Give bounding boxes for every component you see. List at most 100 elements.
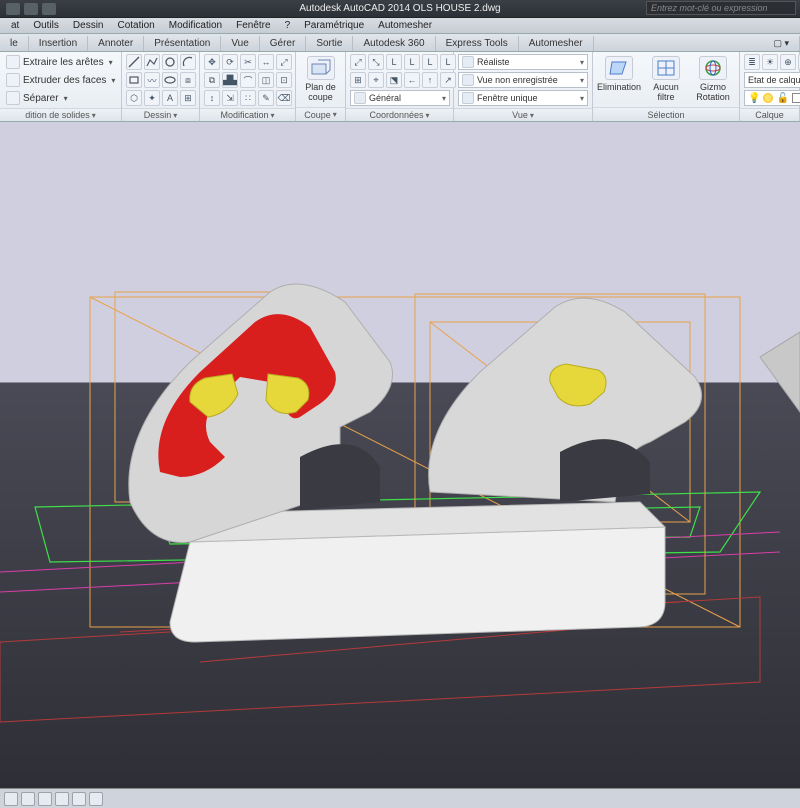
status-button[interactable] — [55, 792, 69, 806]
menu-help[interactable]: ? — [278, 20, 298, 31]
circle-button[interactable] — [162, 54, 178, 70]
window-title: Autodesk AutoCAD 2014 OLS HOUSE 2.dwg — [299, 3, 500, 14]
layer-button[interactable]: ≣ — [744, 54, 760, 70]
move-button[interactable]: ✥ — [204, 54, 220, 70]
saved-view-combo[interactable]: Vue non enregistrée ▾ — [458, 72, 588, 88]
menu-modification[interactable]: Modification — [162, 20, 229, 31]
tool-button[interactable]: ◫ — [258, 72, 274, 88]
viewport-config-combo[interactable]: Fenêtre unique ▾ — [458, 90, 588, 106]
layer-combo[interactable]: 💡 🔓 — [744, 90, 800, 106]
ucs-button[interactable]: ⤢ — [350, 54, 366, 70]
status-button[interactable] — [89, 792, 103, 806]
section-plane-icon — [307, 56, 335, 80]
filter-button[interactable]: Aucun filtre — [645, 54, 687, 104]
culling-button[interactable]: Elimination — [598, 54, 640, 94]
panel-label[interactable]: dition de solides▾ — [0, 108, 121, 121]
menu-cotation[interactable]: Cotation — [110, 20, 161, 31]
panel-label[interactable]: Vue▾ — [454, 108, 592, 121]
ucs-button[interactable]: ⤡ — [368, 54, 384, 70]
status-button[interactable] — [38, 792, 52, 806]
tool-button[interactable]: ⊡ — [276, 72, 292, 88]
copy-button[interactable]: ⧉ — [204, 72, 220, 88]
tool-button[interactable]: ⊞ — [180, 90, 196, 106]
tab-le[interactable]: le — [0, 36, 29, 51]
tab-gerer[interactable]: Gérer — [260, 36, 307, 51]
panel-label: Sélection — [593, 107, 739, 121]
menu-outils[interactable]: Outils — [26, 20, 66, 31]
stretch-button[interactable]: ↕ — [204, 90, 220, 106]
visual-style-combo[interactable]: Réaliste ▾ — [458, 54, 588, 70]
layer-button[interactable]: ⊕ — [780, 54, 796, 70]
tab-sortie[interactable]: Sortie — [306, 36, 353, 51]
tab-autodesk360[interactable]: Autodesk 360 — [353, 36, 435, 51]
spline-button[interactable]: 〰 — [144, 72, 160, 88]
tab-automesher[interactable]: Automesher — [519, 36, 594, 51]
ucs-button[interactable]: ⌖ — [368, 72, 384, 88]
status-button[interactable] — [21, 792, 35, 806]
panel-label[interactable]: Coordonnées▾ — [346, 108, 453, 121]
section-plane-button[interactable]: Plan de coupe — [300, 54, 341, 104]
separate-button[interactable]: Séparer ▾ — [4, 90, 70, 106]
extract-edges-button[interactable]: Extraire les arêtes ▾ — [4, 54, 115, 70]
tool-button[interactable]: ⤢ — [276, 54, 292, 70]
extrude-faces-button[interactable]: Extruder des faces ▾ — [4, 72, 117, 88]
gizmo-button[interactable]: Gizmo Rotation — [692, 54, 734, 104]
ucs-button[interactable]: ← — [404, 72, 420, 88]
sphere-icon — [462, 56, 474, 68]
tool-button[interactable]: ↔ — [258, 54, 274, 70]
arc-button[interactable] — [180, 54, 196, 70]
menu-dessin[interactable]: Dessin — [66, 20, 111, 31]
status-button[interactable] — [4, 792, 18, 806]
tool-button[interactable]: ✎ — [258, 90, 274, 106]
menu-format[interactable]: at — [4, 20, 26, 31]
ucs-button[interactable]: ⬔ — [386, 72, 402, 88]
tab-vue[interactable]: Vue — [221, 36, 259, 51]
line-button[interactable] — [126, 54, 142, 70]
menu-automesher[interactable]: Automesher — [371, 20, 439, 31]
rect-button[interactable] — [126, 72, 142, 88]
model-viewport[interactable] — [0, 122, 800, 808]
ucs-combo[interactable]: Général ▾ — [350, 90, 450, 106]
qat-button[interactable] — [42, 3, 56, 15]
status-button[interactable] — [72, 792, 86, 806]
ribbon-collapse-button[interactable]: ▢ ▾ — [763, 36, 800, 51]
tool-button[interactable]: ✦ — [144, 90, 160, 106]
gizmo-icon — [699, 56, 727, 80]
menu-parametrique[interactable]: Paramétrique — [297, 20, 371, 31]
tool-button[interactable]: ⧈ — [180, 72, 196, 88]
panel-label[interactable]: Dessin▾ — [122, 108, 199, 121]
ucs-button[interactable]: L — [404, 54, 420, 70]
mirror-button[interactable]: ▟▙ — [222, 72, 238, 88]
ucs-button[interactable]: ⊞ — [350, 72, 366, 88]
layer-color-swatch — [792, 93, 800, 103]
trim-button[interactable]: ✂ — [240, 54, 256, 70]
panel-label[interactable]: Calque — [740, 108, 799, 121]
tool-button[interactable]: A — [162, 90, 178, 106]
tab-annoter[interactable]: Annoter — [88, 36, 144, 51]
tool-button[interactable]: ⌫ — [276, 90, 292, 106]
qat-button[interactable] — [24, 3, 38, 15]
array-button[interactable]: ∷ — [240, 90, 256, 106]
polyline-button[interactable] — [144, 54, 160, 70]
window-icon — [462, 92, 474, 104]
fillet-button[interactable]: ⌒ — [240, 72, 256, 88]
help-search-input[interactable]: Entrez mot-clé ou expression — [646, 1, 796, 15]
tab-presentation[interactable]: Présentation — [144, 36, 221, 51]
tab-express[interactable]: Express Tools — [436, 36, 519, 51]
tool-button[interactable]: ⬡ — [126, 90, 142, 106]
ellipse-button[interactable] — [162, 72, 178, 88]
title-bar: Autodesk AutoCAD 2014 OLS HOUSE 2.dwg En… — [0, 0, 800, 18]
tab-insertion[interactable]: Insertion — [29, 36, 88, 51]
layer-button[interactable]: ☀ — [762, 54, 778, 70]
layer-state-combo[interactable]: Etat de calque non e — [744, 72, 800, 88]
panel-label[interactable]: Modification▾ — [200, 108, 295, 121]
ucs-button[interactable]: L — [386, 54, 402, 70]
ucs-button[interactable]: L — [422, 54, 438, 70]
menu-fenetre[interactable]: Fenêtre — [229, 20, 277, 31]
rotate-button[interactable]: ⟳ — [222, 54, 238, 70]
qat-button[interactable] — [6, 3, 20, 15]
ucs-button[interactable]: ↑ — [422, 72, 438, 88]
menu-bar: at Outils Dessin Cotation Modification F… — [0, 18, 800, 34]
scale-button[interactable]: ⇲ — [222, 90, 238, 106]
panel-label[interactable]: Coupe▾ — [296, 107, 345, 121]
